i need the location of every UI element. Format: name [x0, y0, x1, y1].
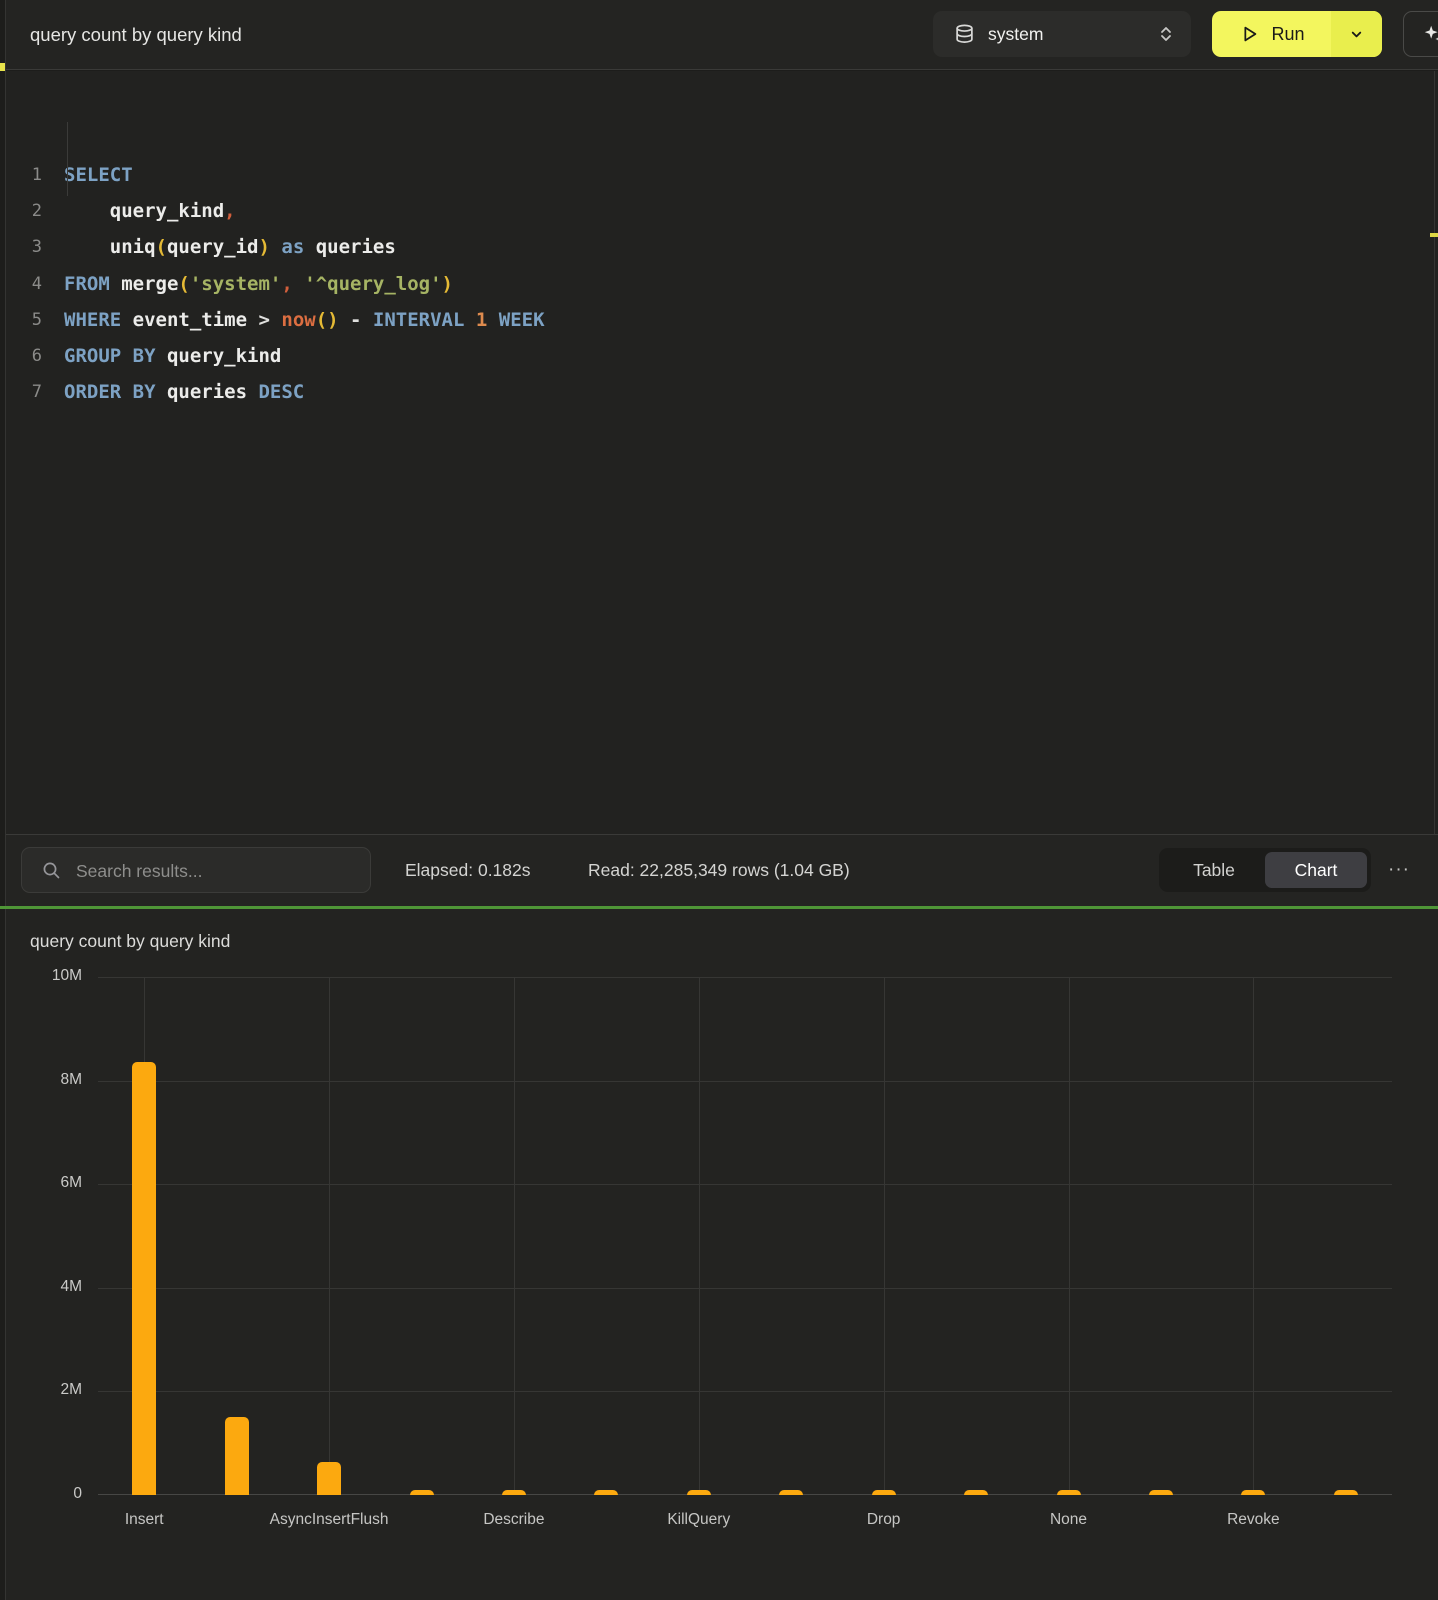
sparkles-icon [1422, 23, 1438, 45]
chart-bar[interactable] [410, 1490, 434, 1495]
search-icon [42, 861, 61, 880]
x-gridline [699, 977, 700, 1495]
x-axis-label: KillQuery [667, 1511, 730, 1529]
y-axis-tick: 10M [32, 967, 82, 985]
assistant-button[interactable] [1403, 11, 1438, 57]
code-line-5[interactable]: 5 WHERE event_time > now() - INTERVAL 1 W… [6, 302, 1438, 338]
x-axis-label: Insert [125, 1511, 164, 1529]
run-button-group: Run [1212, 11, 1382, 57]
chart-bar[interactable] [964, 1490, 988, 1495]
more-options-button[interactable]: ··· [1382, 835, 1416, 905]
x-gridline [1253, 977, 1254, 1495]
chart-bar-Revoke[interactable] [1241, 1490, 1265, 1495]
chart-bar-Describe[interactable] [502, 1490, 526, 1495]
y-gridline [98, 1081, 1392, 1082]
y-gridline [98, 977, 1392, 978]
chart-bar[interactable] [225, 1417, 249, 1495]
x-gridline [329, 977, 330, 1495]
x-gridline [514, 977, 515, 1495]
y-gridline [98, 1288, 1392, 1289]
active-tab-indicator [0, 63, 5, 71]
code-line-2[interactable]: 2 query_kind, [6, 193, 1438, 229]
chart-bar-Insert[interactable] [132, 1062, 156, 1495]
line-number: 3 [6, 229, 42, 265]
topbar: query count by query kind system Run [6, 0, 1438, 70]
y-gridline [98, 1184, 1392, 1185]
code-line-3[interactable]: 3 uniq(query_id) as queries [6, 229, 1438, 265]
line-number: 2 [6, 193, 42, 229]
database-selector[interactable]: system [933, 11, 1191, 57]
y-axis-tick: 4M [32, 1278, 82, 1296]
database-name: system [988, 24, 1043, 45]
chevron-down-icon [1349, 27, 1364, 42]
code-text: FROM merge('system', '^query_log') [64, 266, 453, 302]
x-axis-label: AsyncInsertFlush [270, 1511, 389, 1529]
x-axis-label: Describe [483, 1511, 544, 1529]
line-number: 7 [6, 374, 42, 410]
scroll-annotation-marker [1430, 233, 1438, 237]
search-input-box [21, 847, 371, 893]
indent-guide [67, 122, 68, 196]
chart-bar-Drop[interactable] [872, 1490, 896, 1495]
results-toolbar: Elapsed: 0.182s Read: 22,285,349 rows (1… [6, 834, 1438, 906]
play-icon [1238, 23, 1260, 45]
run-button[interactable]: Run [1212, 11, 1331, 57]
code-line-1[interactable]: 1 SELECT [6, 157, 1438, 193]
code-line-4[interactable]: 4 FROM merge('system', '^query_log') [6, 266, 1438, 302]
run-dropdown-button[interactable] [1331, 11, 1382, 57]
sql-editor[interactable]: 1SELECT2 query_kind,3 uniq(query_id) as … [6, 71, 1438, 834]
chart-bar-AsyncInsertFlush[interactable] [317, 1462, 341, 1495]
chart-bar[interactable] [1149, 1490, 1173, 1495]
chart-panel: query count by query kind 02M4M6M8M10MIn… [6, 909, 1438, 1600]
elapsed-stat: Elapsed: 0.182s [405, 835, 531, 905]
page-title: query count by query kind [30, 0, 242, 70]
chart-bar[interactable] [594, 1490, 618, 1495]
search-input[interactable] [74, 848, 358, 894]
x-axis-label: Drop [867, 1511, 901, 1529]
y-axis-tick: 6M [32, 1174, 82, 1192]
code-text: uniq(query_id) as queries [64, 229, 396, 265]
x-axis-label: Revoke [1227, 1511, 1280, 1529]
line-number: 5 [6, 302, 42, 338]
code-text: GROUP BY query_kind [64, 338, 281, 374]
line-number: 6 [6, 338, 42, 374]
unfold-chevron-icon [1157, 25, 1175, 43]
code-text: query_kind, [64, 193, 236, 229]
y-axis-tick: 0 [32, 1485, 82, 1503]
code-text: ORDER BY queries DESC [64, 374, 304, 410]
line-number: 4 [6, 266, 42, 302]
line-number: 1 [6, 157, 42, 193]
chart-bar[interactable] [779, 1490, 803, 1495]
code-line-6[interactable]: 6 GROUP BY query_kind [6, 338, 1438, 374]
database-icon [955, 24, 974, 44]
read-stat: Read: 22,285,349 rows (1.04 GB) [588, 835, 850, 905]
code-line-7[interactable]: 7 ORDER BY queries DESC [6, 374, 1438, 410]
x-gridline [884, 977, 885, 1495]
chart-title: query count by query kind [30, 931, 230, 952]
y-axis-tick: 8M [32, 1071, 82, 1089]
x-axis-label: None [1050, 1511, 1087, 1529]
y-axis-tick: 2M [32, 1381, 82, 1399]
chart-bar-None[interactable] [1057, 1490, 1081, 1495]
x-gridline [1069, 977, 1070, 1495]
tab-chart[interactable]: Chart [1265, 852, 1367, 888]
run-label: Run [1271, 24, 1304, 45]
tab-table[interactable]: Table [1163, 852, 1265, 888]
code-text: WHERE event_time > now() - INTERVAL 1 WE… [64, 302, 545, 338]
x-axis-line [98, 1494, 1392, 1495]
chart-bar-KillQuery[interactable] [687, 1490, 711, 1495]
chart-bar[interactable] [1334, 1490, 1358, 1495]
view-toggle: Table Chart [1159, 848, 1371, 892]
code-text: SELECT [64, 157, 133, 193]
editor-right-border [1434, 71, 1435, 834]
y-gridline [98, 1391, 1392, 1392]
bar-chart-plot: 02M4M6M8M10MInsertAsyncInsertFlushDescri… [98, 977, 1392, 1495]
